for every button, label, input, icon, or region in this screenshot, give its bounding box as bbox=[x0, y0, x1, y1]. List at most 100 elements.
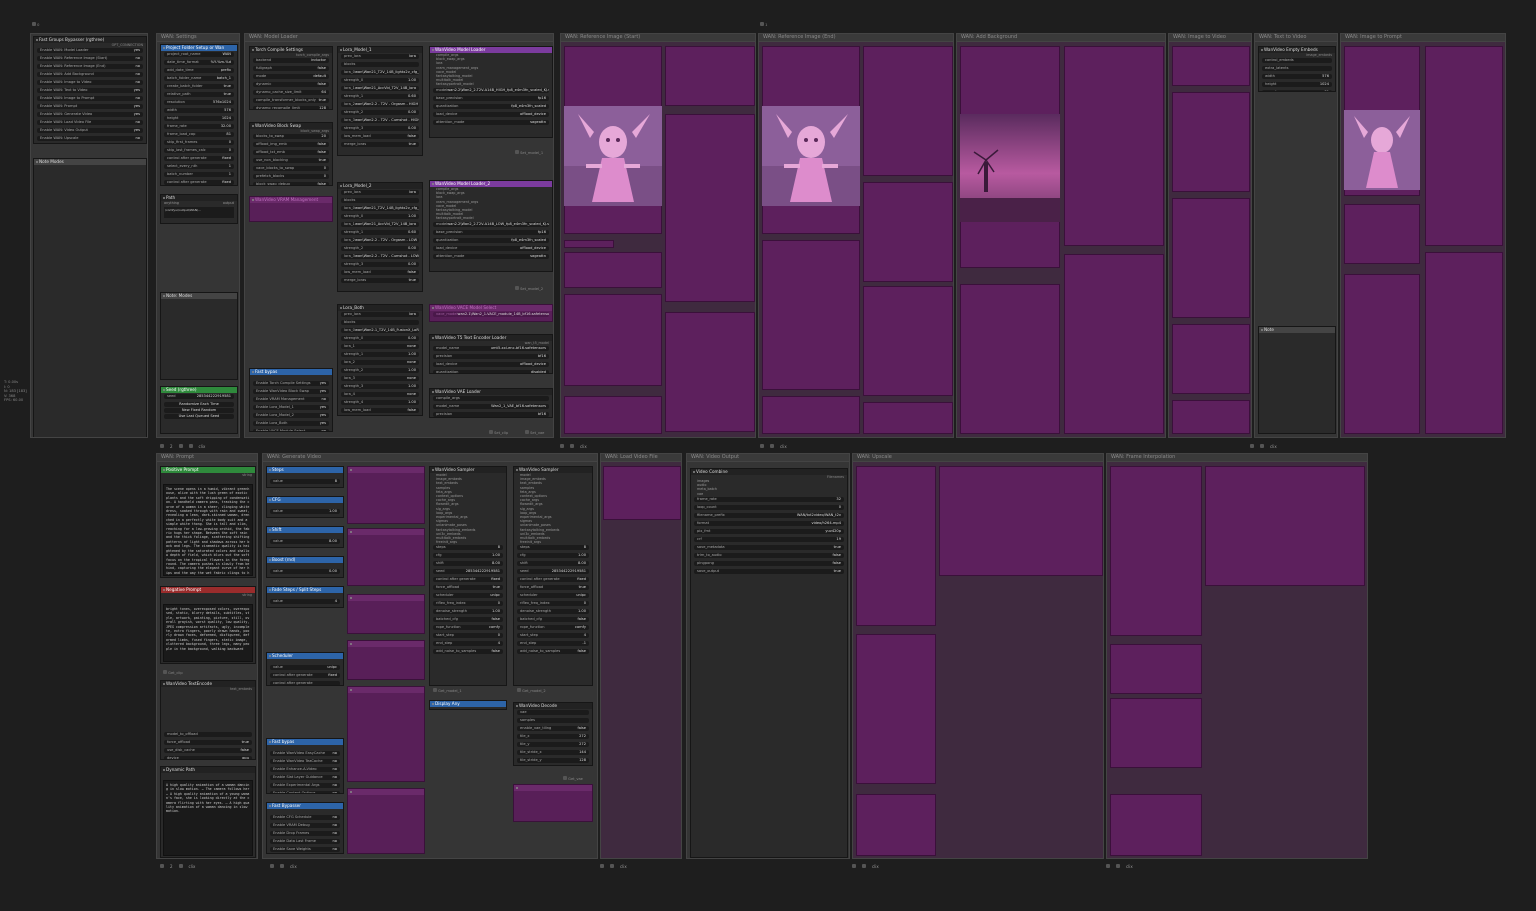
t2v-note-node[interactable]: Note bbox=[1258, 326, 1336, 434]
widget[interactable]: blocks bbox=[341, 320, 419, 325]
crop-node-start[interactable] bbox=[665, 312, 755, 432]
widget[interactable]: shift 8.00 bbox=[433, 561, 503, 567]
widget-row[interactable]: merge_loras true bbox=[338, 142, 422, 149]
widget-row[interactable]: force_offload true bbox=[161, 740, 255, 747]
widget-row[interactable]: date_time_format %Y-%m-%d bbox=[161, 60, 237, 67]
widget-row[interactable]: Enable Save Weights no bbox=[267, 847, 343, 853]
widget[interactable]: strength_2 0.00 bbox=[341, 246, 419, 251]
get-model-1-label[interactable]: Get_model_1 bbox=[433, 688, 462, 693]
widget-row[interactable]: tile_stride_x 144 bbox=[514, 750, 592, 757]
widget-row[interactable]: extra_latents bbox=[1259, 66, 1335, 73]
widget[interactable]: strength_2 0.00 bbox=[341, 110, 419, 115]
widget-row[interactable]: pingpong false bbox=[691, 560, 847, 568]
widget[interactable]: Enable VACE Module Select no bbox=[253, 429, 329, 431]
set-model-2-label[interactable]: Set_model_2 bbox=[515, 286, 543, 291]
widget[interactable]: strength_0 0.00 bbox=[341, 336, 419, 341]
string-node[interactable] bbox=[1344, 274, 1420, 434]
widget[interactable]: pingpong false bbox=[694, 560, 844, 566]
widget-row[interactable]: tile_stride_y 128 bbox=[514, 758, 592, 765]
widget[interactable]: frame_rate 32 bbox=[694, 496, 844, 502]
widget[interactable]: value 4 bbox=[270, 599, 340, 604]
florence-node[interactable] bbox=[1425, 46, 1503, 246]
widget[interactable]: strength_1 1.00 bbox=[341, 352, 419, 357]
widget-row[interactable]: Enable Drop Frames no bbox=[267, 831, 343, 838]
widget-row[interactable]: lora_0wan\Wan21_T2V_14B_lightx2v_cfg_ste… bbox=[338, 70, 422, 77]
seed-widget[interactable]: seed 285344222919581 bbox=[164, 394, 234, 399]
widget-row[interactable]: Enable WAN: Image to Prompt no bbox=[34, 96, 146, 103]
widget-row[interactable]: force_offload true bbox=[514, 585, 592, 592]
widget[interactable]: precision bf16 bbox=[433, 412, 549, 417]
widget[interactable]: relative_path true bbox=[164, 92, 234, 97]
widget-row[interactable]: block_swap_debug false bbox=[250, 182, 332, 185]
widget[interactable]: Enable Experimental Args no bbox=[270, 783, 340, 788]
widget-row[interactable]: lora_1 wan\Wan21_AccVid_T2V_14B_lora bbox=[338, 86, 422, 93]
widget[interactable]: end_step 4 bbox=[433, 641, 503, 647]
frames-node[interactable] bbox=[513, 784, 593, 822]
widget[interactable]: blocks_to_swap 20 bbox=[253, 134, 329, 139]
widget-row[interactable]: quantization fp8_e4m3fn_scaled bbox=[430, 237, 552, 245]
widget-row[interactable]: seed 285344222919581 bbox=[430, 569, 506, 576]
widget-row[interactable]: lora_0 wan\Wan2.1_T2V_14B_FusionX_LoRA bbox=[338, 328, 422, 335]
widget-row[interactable]: batched_cfg false bbox=[514, 617, 592, 624]
widget-row[interactable]: denoise_strength 1.00 bbox=[430, 609, 506, 616]
widget[interactable]: low_mem_load false bbox=[341, 270, 419, 275]
widget-row[interactable]: Enable WAN: Video Output yes bbox=[34, 128, 146, 135]
group-settings[interactable]: WAN: Settings Project Folder Setup or Wa… bbox=[156, 33, 240, 438]
widget[interactable]: scheduler unipc bbox=[517, 593, 589, 599]
widget-row[interactable]: crf 19 bbox=[691, 536, 847, 544]
widget[interactable]: strength_3 0.00 bbox=[341, 126, 419, 131]
widget[interactable]: samples bbox=[517, 718, 589, 723]
widget[interactable]: Enable Lora_Model_2 yes bbox=[253, 413, 329, 418]
widget-row[interactable]: load_device offload_device bbox=[430, 362, 552, 369]
widget-row[interactable]: vace_blocks_to_swap 0 bbox=[250, 166, 332, 173]
widget-row[interactable]: attention_mode sageattn bbox=[430, 119, 552, 127]
widget[interactable]: dynamic false bbox=[253, 82, 329, 87]
widget-row[interactable]: low_mem_load false bbox=[338, 270, 422, 277]
widget-row[interactable]: value 1.00 bbox=[267, 509, 343, 516]
widget[interactable]: control_embeds bbox=[1262, 58, 1332, 63]
widget[interactable]: crf 19 bbox=[694, 536, 844, 542]
widget[interactable]: batch_number 1 bbox=[164, 172, 234, 177]
widget[interactable]: vace_model wan2.1\Wan2_1-VACE_module_14B_… bbox=[433, 312, 549, 317]
widget[interactable]: strength_4 1.00 bbox=[341, 400, 419, 405]
widget[interactable]: block_swap_debug false bbox=[253, 182, 329, 185]
widget[interactable]: rope_function comfy bbox=[433, 625, 503, 631]
widget-row[interactable]: strength_3 0.00 bbox=[338, 126, 422, 133]
model-loader-1-node[interactable]: WanVideo Model Loader compile_args block_… bbox=[429, 46, 553, 138]
caption-node[interactable] bbox=[1344, 204, 1420, 264]
widget[interactable]: filename_prefix WAN/txt2video/WAN_t2v bbox=[694, 512, 844, 518]
widget[interactable]: add_noise_to_samples false bbox=[433, 649, 503, 655]
widget[interactable]: add_noise_to_samples false bbox=[517, 649, 589, 655]
widget-row[interactable]: value unipc bbox=[267, 665, 343, 672]
widget[interactable]: strength_2 1.00 bbox=[341, 368, 419, 373]
empty-embeds-node[interactable]: WanVideo Empty Embeds image_embeds contr… bbox=[1258, 46, 1336, 92]
widget-row[interactable]: value 0.00 bbox=[267, 569, 343, 576]
param-node[interactable]: Scheduler value unipc control after generat… bbox=[266, 652, 344, 686]
widget-row[interactable]: strength_0 1.00 bbox=[338, 214, 422, 221]
widget-row[interactable]: riflex_freq_index 0 bbox=[514, 601, 592, 608]
enhance-video-node[interactable] bbox=[347, 594, 425, 634]
dynamic-path-textarea[interactable]: A high quality animation of a woman danc… bbox=[163, 780, 253, 856]
widget-row[interactable]: control_embeds bbox=[1259, 58, 1335, 65]
blend-bg-node[interactable] bbox=[1064, 254, 1164, 434]
widget-row[interactable]: merge_loras true bbox=[338, 278, 422, 285]
widget[interactable]: batch_folder_name batch_1 bbox=[164, 76, 234, 81]
widget[interactable]: start_step 0 bbox=[433, 633, 503, 639]
widget[interactable]: project_root_name WAN bbox=[164, 52, 234, 57]
widget[interactable]: num_frames 81 bbox=[1262, 90, 1332, 91]
rife-node[interactable] bbox=[1110, 466, 1202, 636]
widget[interactable]: blocks bbox=[341, 62, 419, 67]
widget-row[interactable]: prev_lora lora bbox=[338, 190, 422, 197]
widget-row[interactable]: base_precision fp16 bbox=[430, 229, 552, 237]
widget[interactable]: Enable WAN: Video Output yes bbox=[37, 128, 143, 133]
teacache-node[interactable] bbox=[347, 528, 425, 586]
param-node[interactable]: CFG value 1.00 bbox=[266, 496, 344, 518]
widget[interactable]: prev_lora lora bbox=[341, 54, 419, 59]
widget-row[interactable]: blocks_to_swap 20 bbox=[250, 134, 332, 141]
widget[interactable]: Enable CFG Schedule no bbox=[270, 815, 340, 820]
widget-row[interactable]: use_non_blocking true bbox=[250, 158, 332, 165]
fast-bypass-gen-b[interactable]: Fast Bypasser Enable CFG Schedule no Enabl… bbox=[266, 802, 344, 854]
mask-node-end[interactable] bbox=[762, 240, 860, 390]
widget[interactable]: Enable WAN: Load Video File no bbox=[37, 120, 143, 125]
caption-text-node[interactable] bbox=[1425, 252, 1503, 434]
